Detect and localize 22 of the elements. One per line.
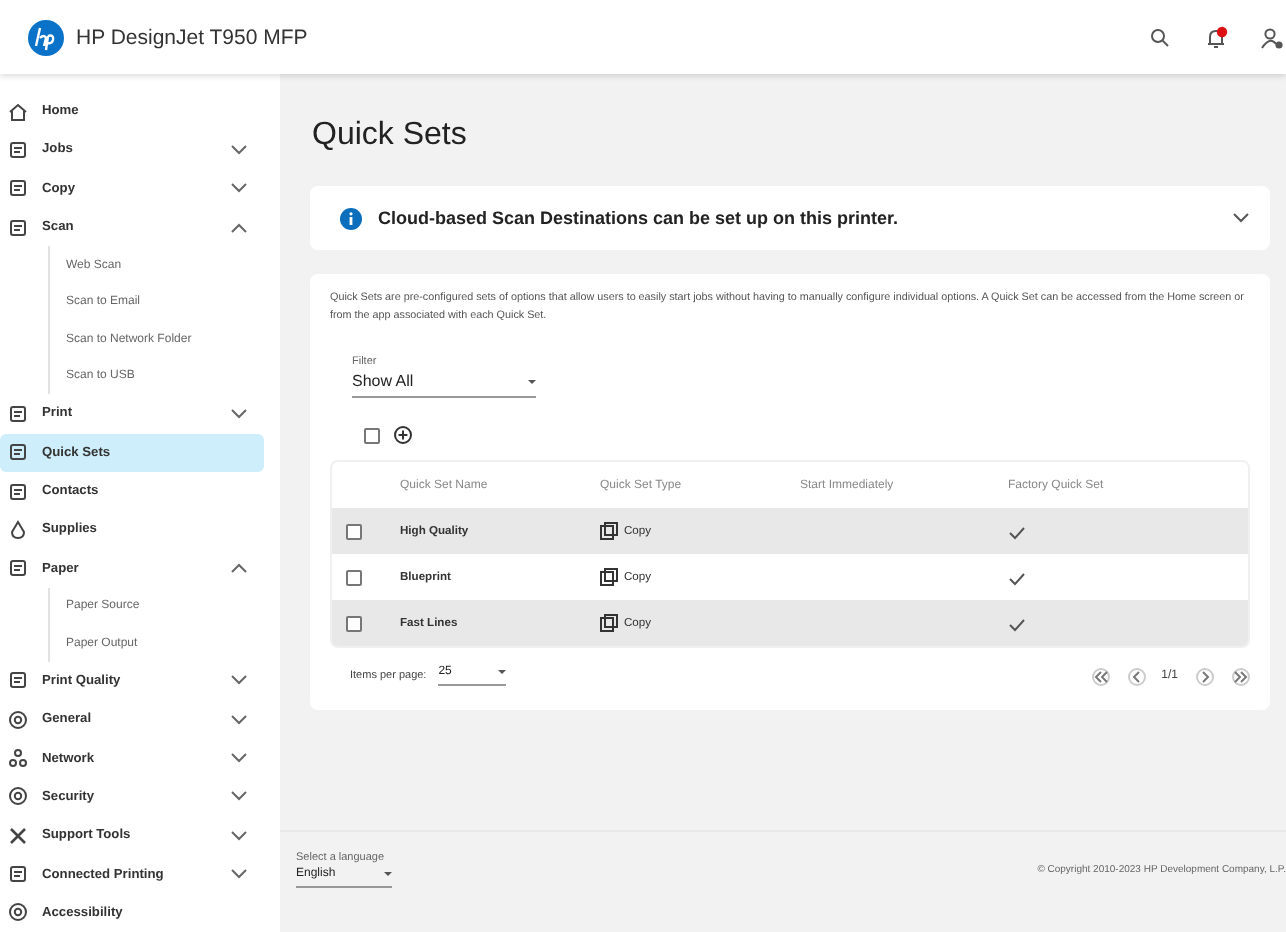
last-page-icon[interactable] (1232, 667, 1250, 686)
app-title: HP DesignJet T950 MFP (76, 25, 308, 49)
copy-icon (600, 522, 618, 541)
page-title: Quick Sets (312, 118, 469, 154)
select-all-checkbox[interactable] (364, 427, 380, 444)
user-icon[interactable] (1258, 23, 1286, 51)
filter-dropdown[interactable]: Show All (352, 372, 536, 399)
search-icon[interactable] (1146, 23, 1174, 51)
row-checkbox[interactable] (346, 523, 362, 540)
copy-icon (600, 614, 618, 633)
copy-icon (600, 568, 618, 587)
info-banner[interactable]: Cloud-based Scan Destinations can be set up on this printer. (310, 186, 1270, 250)
logo-icon (28, 19, 64, 55)
row-checkbox[interactable] (346, 569, 362, 586)
bell-icon[interactable] (1202, 23, 1230, 51)
banner-text: Cloud-based Scan Destinations can be set up on this printer. (378, 208, 901, 228)
next-page-icon[interactable] (1196, 667, 1214, 686)
add-icon[interactable] (394, 426, 412, 445)
first-page-icon[interactable] (1091, 667, 1110, 686)
info-icon (340, 207, 362, 229)
row-checkbox[interactable] (346, 615, 362, 632)
previous-page-icon[interactable] (1127, 667, 1146, 686)
